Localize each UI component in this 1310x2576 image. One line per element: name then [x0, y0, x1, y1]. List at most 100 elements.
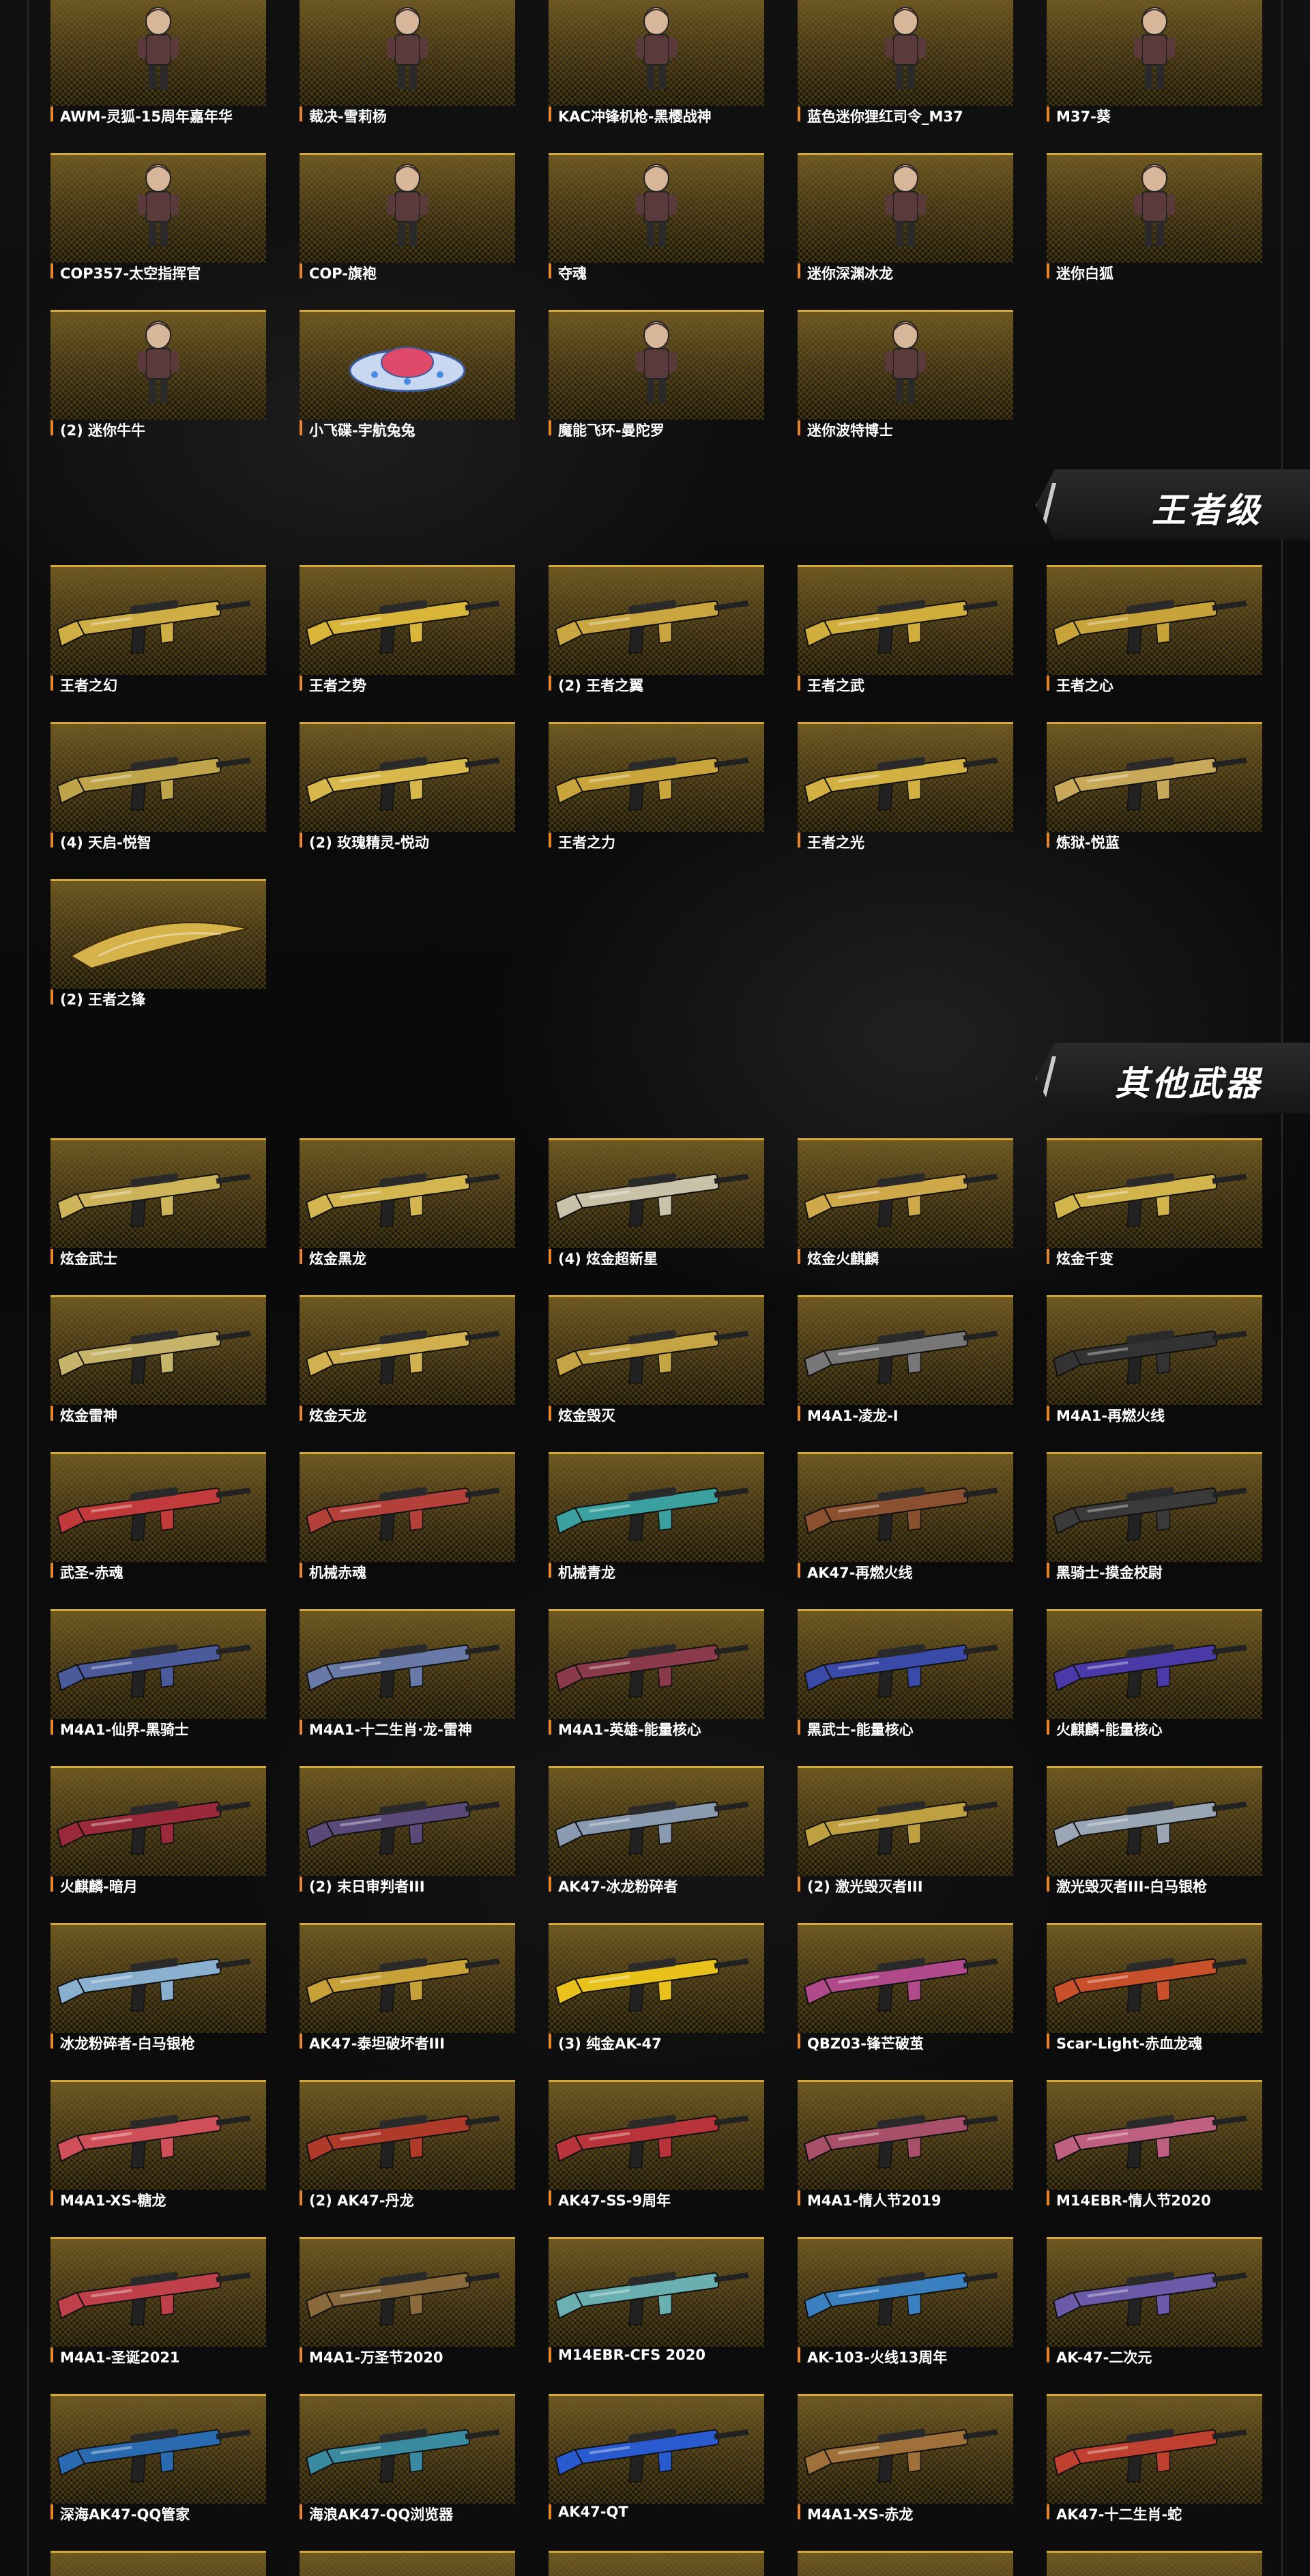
item-thumbnail[interactable]	[798, 2394, 1013, 2504]
item-card[interactable]: 炫金武士	[50, 1138, 266, 1275]
item-card[interactable]: AK-47-二次元	[1047, 2237, 1262, 2373]
item-card[interactable]: M4A1-圣诞2021	[50, 2237, 266, 2373]
item-thumbnail[interactable]	[50, 2394, 266, 2504]
item-thumbnail[interactable]	[798, 722, 1013, 832]
item-card[interactable]: 武圣-赤魂	[50, 1452, 266, 1589]
item-thumbnail[interactable]	[1047, 0, 1262, 106]
item-thumbnail[interactable]	[300, 722, 515, 832]
item-thumbnail[interactable]	[1047, 2394, 1262, 2504]
item-thumbnail[interactable]	[50, 1452, 266, 1562]
item-card[interactable]: 机械赤魂	[300, 1452, 515, 1589]
item-card[interactable]: 迷你白狐	[1047, 153, 1262, 289]
item-thumbnail[interactable]	[50, 722, 266, 832]
item-thumbnail[interactable]	[1047, 722, 1262, 832]
item-thumbnail[interactable]	[549, 310, 764, 420]
item-thumbnail[interactable]	[1047, 1452, 1262, 1562]
item-card[interactable]: 王者之心	[1047, 565, 1262, 701]
item-card[interactable]: 海浪AK47-QQ浏览器	[300, 2394, 515, 2530]
item-card[interactable]: AK-103-火线13周年	[798, 2237, 1013, 2373]
item-card[interactable]: 机械青龙	[549, 1452, 764, 1589]
item-thumbnail[interactable]	[798, 1923, 1013, 2033]
item-thumbnail[interactable]	[300, 2551, 515, 2576]
item-card[interactable]: AK47-再燃火线	[798, 1452, 1013, 1589]
item-card[interactable]: AK47-SS-9周年	[549, 2080, 764, 2216]
item-card[interactable]: (2) 玫瑰精灵-悦动	[300, 722, 515, 858]
item-thumbnail[interactable]	[798, 1609, 1013, 1719]
item-thumbnail[interactable]	[798, 153, 1013, 263]
item-thumbnail[interactable]	[50, 2551, 266, 2576]
item-thumbnail[interactable]	[549, 1295, 764, 1405]
item-card[interactable]: COP-旗袍	[300, 153, 515, 289]
item-thumbnail[interactable]	[798, 565, 1013, 675]
item-thumbnail[interactable]	[549, 2551, 764, 2576]
item-card[interactable]: (2) 王者之翼	[549, 565, 764, 701]
item-card-partial[interactable]	[798, 2551, 1013, 2576]
item-card[interactable]: M4A1-XS-赤龙	[798, 2394, 1013, 2530]
item-thumbnail[interactable]	[798, 0, 1013, 106]
item-thumbnail[interactable]	[549, 2394, 764, 2504]
item-thumbnail[interactable]	[50, 1295, 266, 1405]
item-card[interactable]: 炫金千变	[1047, 1138, 1262, 1275]
item-card[interactable]: (2) 激光毁灭者III	[798, 1766, 1013, 1902]
item-card[interactable]: 蓝色迷你狸红司令_M37	[798, 0, 1013, 132]
item-thumbnail[interactable]	[1047, 1295, 1262, 1405]
item-card[interactable]: KAC冲锋机枪-黑樱战神	[549, 0, 764, 132]
item-card[interactable]: 炫金毁灭	[549, 1295, 764, 1432]
item-card-partial[interactable]	[300, 2551, 515, 2576]
item-thumbnail[interactable]	[300, 1138, 515, 1248]
item-thumbnail[interactable]	[798, 2080, 1013, 2190]
item-card[interactable]: M4A1-XS-糖龙	[50, 2080, 266, 2216]
item-card-partial[interactable]	[1047, 2551, 1262, 2576]
item-thumbnail[interactable]	[798, 2551, 1013, 2576]
item-card[interactable]: (2) AK47-丹龙	[300, 2080, 515, 2216]
item-thumbnail[interactable]	[549, 153, 764, 263]
item-thumbnail[interactable]	[549, 2080, 764, 2190]
item-thumbnail[interactable]	[549, 0, 764, 106]
item-card[interactable]: 冰龙粉碎者-白马银枪	[50, 1923, 266, 2059]
item-thumbnail[interactable]	[50, 0, 266, 106]
item-card[interactable]: 炫金雷神	[50, 1295, 266, 1432]
item-thumbnail[interactable]	[798, 1295, 1013, 1405]
item-thumbnail[interactable]	[50, 1766, 266, 1876]
item-card[interactable]: (2) 末日审判者III	[300, 1766, 515, 1902]
item-card[interactable]: (3) 纯金AK-47	[549, 1923, 764, 2059]
item-card[interactable]: 激光毁灭者III-白马银枪	[1047, 1766, 1262, 1902]
item-card[interactable]: M4A1-情人节2019	[798, 2080, 1013, 2216]
item-card[interactable]: COP357-太空指挥官	[50, 153, 266, 289]
item-card[interactable]: 小飞碟-宇航兔兔	[300, 310, 515, 446]
item-thumbnail[interactable]	[50, 310, 266, 420]
item-thumbnail[interactable]	[549, 565, 764, 675]
item-card-partial[interactable]	[50, 2551, 266, 2576]
item-card[interactable]: M14EBR-情人节2020	[1047, 2080, 1262, 2216]
item-card[interactable]: 黑骑士-摸金校尉	[1047, 1452, 1262, 1589]
item-thumbnail[interactable]	[50, 1923, 266, 2033]
item-card[interactable]: 王者之光	[798, 722, 1013, 858]
item-card[interactable]: M4A1-再燃火线	[1047, 1295, 1262, 1432]
item-thumbnail[interactable]	[300, 0, 515, 106]
item-card[interactable]: 炼狱-悦蓝	[1047, 722, 1262, 858]
item-card[interactable]: 炫金黑龙	[300, 1138, 515, 1275]
item-thumbnail[interactable]	[300, 1609, 515, 1719]
item-thumbnail[interactable]	[300, 1452, 515, 1562]
item-thumbnail[interactable]	[1047, 2237, 1262, 2347]
item-card[interactable]: 火麒麟-能量核心	[1047, 1609, 1262, 1746]
item-thumbnail[interactable]	[1047, 565, 1262, 675]
item-card[interactable]: M14EBR-CFS 2020	[549, 2237, 764, 2373]
item-thumbnail[interactable]	[50, 2237, 266, 2347]
item-thumbnail[interactable]	[798, 1452, 1013, 1562]
item-thumbnail[interactable]	[549, 722, 764, 832]
item-card[interactable]: AK47-十二生肖-蛇	[1047, 2394, 1262, 2530]
item-thumbnail[interactable]	[50, 1138, 266, 1248]
item-card[interactable]: AK47-冰龙粉碎者	[549, 1766, 764, 1902]
item-thumbnail[interactable]	[549, 1766, 764, 1876]
item-thumbnail[interactable]	[549, 1923, 764, 2033]
item-thumbnail[interactable]	[798, 2237, 1013, 2347]
item-card[interactable]: M37-葵	[1047, 0, 1262, 132]
item-card[interactable]: M4A1-仙界-黑骑士	[50, 1609, 266, 1746]
item-card[interactable]: 深海AK47-QQ管家	[50, 2394, 266, 2530]
item-thumbnail[interactable]	[50, 879, 266, 989]
item-card[interactable]: 王者之幻	[50, 565, 266, 701]
item-card[interactable]: AK47-泰坦破坏者III	[300, 1923, 515, 2059]
item-thumbnail[interactable]	[50, 1609, 266, 1719]
item-card[interactable]: M4A1-英雄-能量核心	[549, 1609, 764, 1746]
